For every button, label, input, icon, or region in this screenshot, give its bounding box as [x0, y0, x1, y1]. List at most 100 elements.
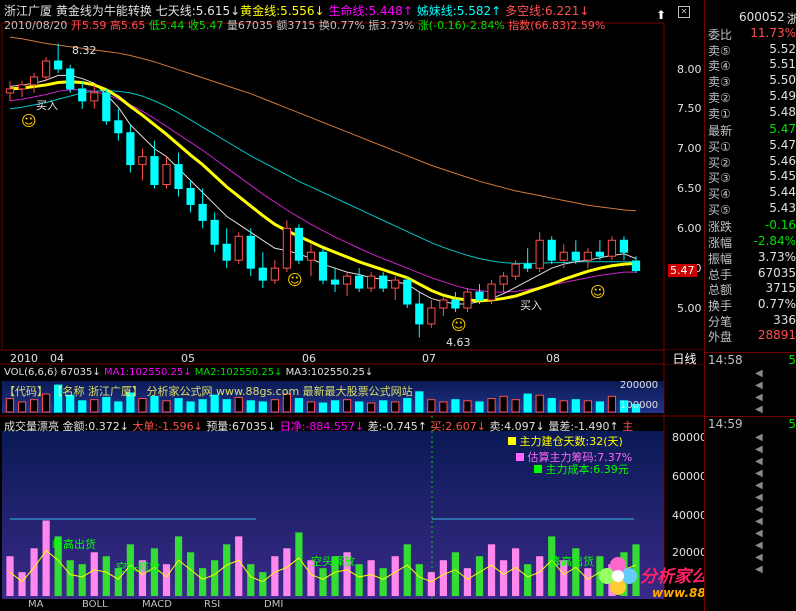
tab-dmi[interactable]: DMI — [264, 599, 283, 610]
quote-value: -0.16 — [764, 218, 796, 233]
quote-row: 涨跌 -0.16 — [705, 218, 796, 235]
tab-rsi[interactable]: RSI — [204, 599, 220, 610]
volume-bar — [138, 398, 147, 413]
duokong-value: 多空线:6.221↓ — [504, 4, 590, 18]
quote-row: 委比 11.73% — [705, 26, 796, 42]
money-bar — [174, 536, 183, 596]
candle-body — [547, 239, 556, 261]
quote-label: 外盘 — [708, 330, 733, 345]
volume-bar — [162, 400, 171, 413]
time-label: 06 — [302, 352, 316, 365]
tick-arrows: ◀ ◀ ◀ ◀ — [755, 368, 763, 415]
current-price-badge: 5.47 — [668, 264, 697, 277]
smiley-icon: ☺ — [451, 316, 467, 334]
candle-body — [66, 68, 75, 90]
money-bar — [18, 572, 26, 596]
candle-body — [5, 88, 15, 94]
candle-body — [487, 283, 496, 301]
volume-bar — [499, 395, 508, 413]
volume-bar — [29, 399, 39, 413]
candle-body — [463, 291, 472, 309]
legend-build-days: 主力建仓天数:32(天) — [508, 433, 623, 449]
volume-bar — [258, 401, 267, 413]
candle-body — [367, 275, 376, 289]
volume-bar — [330, 400, 340, 413]
candle-body — [294, 227, 304, 261]
turnover-value: 换0.77% — [318, 19, 365, 32]
money-bar — [186, 552, 195, 596]
money-bar — [90, 552, 98, 596]
money-bar — [102, 556, 110, 596]
candle-body — [246, 235, 255, 269]
quote-label: 委比 — [708, 28, 733, 42]
vol-ma3: MA3:102550.25↓ — [285, 367, 374, 378]
scroll-up-icon[interactable]: ⬆ — [656, 8, 666, 22]
quote-label: 最新 — [708, 124, 733, 139]
money-bar — [259, 572, 267, 596]
quote-label: 卖⑤ — [708, 43, 731, 58]
price-tick: 6.50 — [677, 182, 702, 195]
stock-name-cut: 浙 — [787, 12, 796, 26]
candle-body — [511, 263, 520, 277]
volume-bar — [583, 400, 592, 413]
close-icon[interactable]: ✕ — [678, 6, 690, 18]
quote-value: 5.47 — [769, 122, 796, 137]
candle-body — [78, 88, 87, 102]
quote-value: 67035 — [757, 265, 796, 280]
quote-value: 5.52 — [769, 41, 796, 56]
signal-tag: 空头释放 — [311, 555, 355, 568]
money-bar — [211, 560, 219, 596]
buy-signal-label: 买入 — [520, 299, 542, 312]
date-value: 2010/08/20 — [4, 19, 68, 32]
money-diff: 差:-0.745↑ — [367, 420, 428, 433]
time-label: 2010 — [10, 352, 38, 365]
candle-body — [126, 132, 135, 166]
quote-label: 涨跌 — [708, 220, 733, 235]
tab-boll[interactable]: BOLL — [82, 599, 108, 610]
tab-ma[interactable]: MA — [28, 599, 43, 610]
money-axis-tick: 60000 — [672, 470, 707, 483]
quote-row: 振幅 3.73% — [705, 250, 796, 266]
volume-bar — [17, 401, 27, 413]
money-bar — [78, 564, 86, 596]
signal-tag: 峰高出货 — [52, 538, 96, 551]
volume-bar — [475, 401, 484, 413]
money-volume-diff: 量差:-1.490↑ — [548, 420, 619, 433]
money-bar — [427, 572, 435, 596]
candle-body — [174, 164, 183, 190]
quote-value: 0.77% — [757, 296, 796, 311]
low-price-label: 4.63 — [446, 336, 471, 349]
vol-value: 67035↓ — [60, 367, 101, 378]
quote-label: 买⑤ — [708, 202, 731, 217]
candle-body — [523, 263, 532, 269]
money-bar — [295, 532, 303, 596]
quote-value: 5.44 — [769, 185, 796, 199]
quote-row: 卖⑤ 5.52 — [705, 41, 796, 58]
tab-macd[interactable]: MACD — [142, 599, 172, 610]
volume-bar — [270, 399, 279, 413]
quote-label: 换手 — [708, 298, 733, 313]
quote-label: 买③ — [708, 171, 731, 186]
tick-time: 14:58 — [708, 353, 743, 367]
tick-row: 14:58 5 — [705, 352, 796, 368]
candle-body — [270, 267, 279, 281]
money-est-vol: 预量:67035↓ — [206, 420, 277, 433]
quote-row: 买② 5.46 — [705, 154, 796, 170]
money-bar — [512, 548, 520, 596]
quote-label: 卖③ — [708, 75, 731, 90]
money-bar — [223, 544, 231, 596]
volume-value: 量67035 — [226, 19, 273, 32]
candle-body — [114, 120, 123, 134]
stock-code: 600052 — [739, 10, 785, 24]
period-button[interactable]: 日线 — [666, 350, 703, 366]
candle-body — [342, 275, 352, 285]
tick-time: 14:59 — [708, 417, 743, 431]
volume-bar — [102, 396, 111, 413]
quote-row: 买① 5.47 — [705, 137, 796, 154]
time-label: 07 — [422, 352, 436, 365]
money-bar — [66, 560, 74, 596]
quote-value: 5.47 — [769, 137, 796, 152]
volume-bar — [379, 400, 388, 413]
quote-label: 卖② — [708, 90, 731, 105]
smiley-icon: ☺ — [21, 112, 37, 130]
